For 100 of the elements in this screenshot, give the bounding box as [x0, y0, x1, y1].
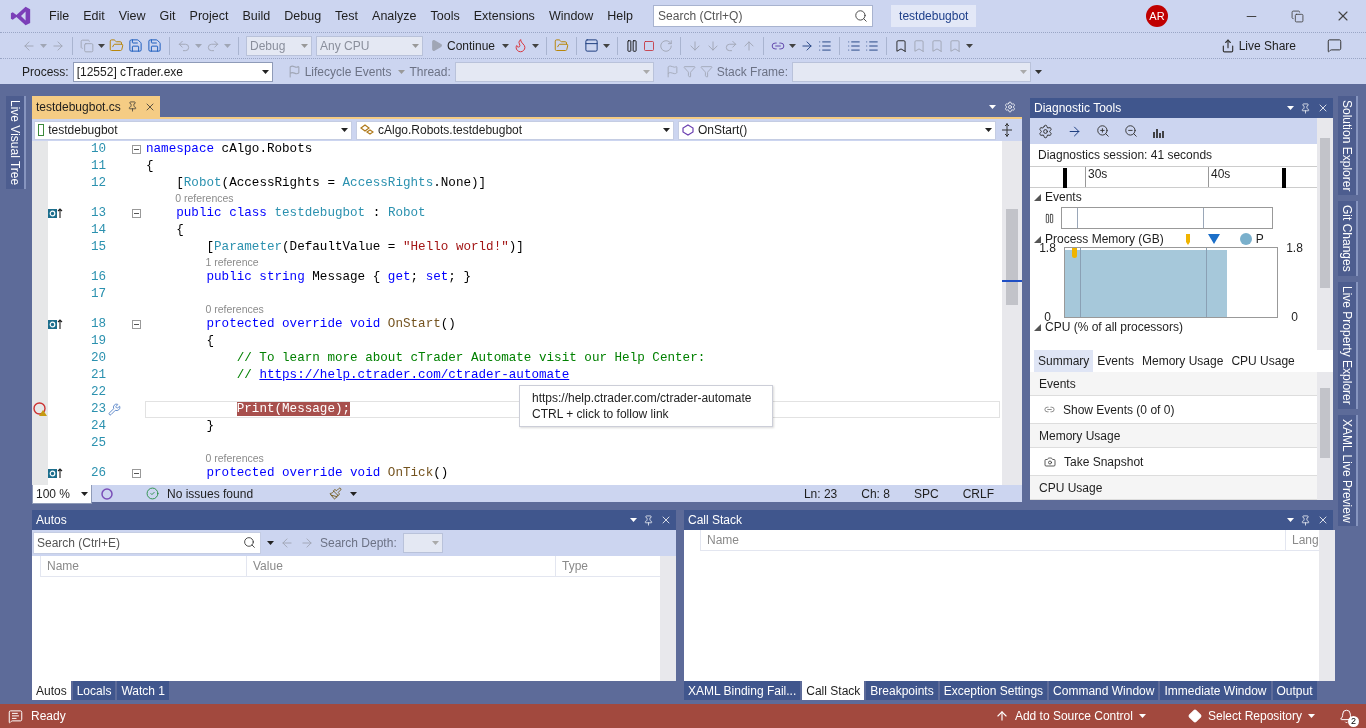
- tab[interactable]: Summary: [1034, 350, 1094, 372]
- menu-item[interactable]: File: [42, 9, 77, 23]
- list-icon[interactable]: [818, 38, 833, 53]
- pin-icon[interactable]: [126, 101, 138, 112]
- continue-button[interactable]: Continue: [427, 34, 499, 57]
- pin-icon[interactable]: [1300, 102, 1311, 114]
- collapse-icon[interactable]: [131, 469, 141, 478]
- save-icon[interactable]: [128, 38, 143, 53]
- pin-icon[interactable]: [1300, 514, 1311, 526]
- repository-button[interactable]: Select Repository: [1181, 708, 1321, 724]
- stop-icon[interactable]: [643, 39, 656, 52]
- menu-item[interactable]: Project: [182, 9, 236, 23]
- export-icon[interactable]: [1067, 123, 1082, 139]
- column-header[interactable]: Name: [700, 530, 1285, 550]
- caret-icon[interactable]: [532, 43, 540, 48]
- caret-icon[interactable]: [502, 43, 510, 48]
- tab[interactable]: Autos: [32, 681, 71, 700]
- scrollbar[interactable]: [660, 556, 676, 681]
- side-tab[interactable]: Git Changes: [1338, 201, 1358, 277]
- side-tab[interactable]: XAML Live Preview: [1338, 414, 1358, 527]
- menu-item[interactable]: Edit: [76, 9, 112, 23]
- menu-item[interactable]: Git: [152, 9, 183, 23]
- project-dropdown[interactable]: testdebugbot: [34, 120, 352, 140]
- column-header[interactable]: Name: [40, 556, 246, 576]
- save-all-icon[interactable]: [147, 38, 162, 53]
- close-icon[interactable]: [1317, 514, 1329, 526]
- split-icon[interactable]: [1000, 123, 1014, 137]
- menu-item[interactable]: View: [111, 9, 153, 23]
- scrollbar[interactable]: [1317, 118, 1333, 350]
- tab[interactable]: Watch 1: [117, 681, 169, 700]
- caret-icon[interactable]: [98, 43, 105, 48]
- search-icon[interactable]: [854, 9, 869, 23]
- side-tab[interactable]: Solution Explorer: [1338, 96, 1358, 196]
- caret-icon[interactable]: [81, 491, 88, 496]
- tab[interactable]: Call Stack: [802, 681, 865, 700]
- zoom-dropdown[interactable]: 100 %: [32, 483, 92, 504]
- reference-count[interactable]: 1 reference: [205, 256, 259, 269]
- collapse-icon[interactable]: [131, 209, 141, 218]
- brush-icon[interactable]: [329, 487, 343, 500]
- caret-icon[interactable]: [663, 128, 670, 132]
- zoom-in-icon[interactable]: [1096, 124, 1110, 138]
- code-editor[interactable]: [32, 141, 1002, 485]
- caret-icon[interactable]: [341, 128, 348, 132]
- override-icon[interactable]: [48, 319, 63, 330]
- expand-icon[interactable]: [1034, 323, 1041, 331]
- user-avatar[interactable]: AR: [1146, 5, 1168, 27]
- tab[interactable]: Exception Settings: [939, 681, 1048, 700]
- tab[interactable]: Events: [1093, 350, 1139, 372]
- pin-icon[interactable]: [643, 514, 654, 526]
- menu-item[interactable]: Window: [541, 9, 601, 23]
- member-dropdown[interactable]: OnStart(): [678, 120, 996, 140]
- caret-icon[interactable]: [261, 69, 269, 74]
- override-icon[interactable]: [48, 208, 63, 219]
- spacing-indicator[interactable]: SPC: [913, 486, 939, 501]
- scrollbar[interactable]: [1318, 530, 1335, 681]
- search-field[interactable]: Search (Ctrl+E): [33, 532, 261, 554]
- caret-icon[interactable]: [1287, 106, 1294, 110]
- collapse-icon[interactable]: [131, 145, 141, 154]
- issues-status[interactable]: No issues found: [167, 486, 254, 501]
- caret-icon[interactable]: [966, 43, 974, 48]
- document-tab[interactable]: testdebugbot.cs: [32, 96, 160, 117]
- pause-icon[interactable]: [1044, 212, 1055, 224]
- tab[interactable]: XAML Binding Fail...: [684, 681, 801, 700]
- bookmark-icon[interactable]: [894, 38, 909, 53]
- expand-icon[interactable]: [1034, 193, 1041, 201]
- caret-icon[interactable]: [350, 491, 358, 496]
- tab[interactable]: CPU Usage: [1227, 350, 1299, 372]
- menu-item[interactable]: Test: [328, 9, 366, 23]
- tab[interactable]: Locals: [72, 681, 116, 700]
- close-icon[interactable]: [1317, 102, 1329, 114]
- menu-item[interactable]: Tools: [423, 9, 467, 23]
- live-share-button[interactable]: Live Share: [1217, 34, 1299, 57]
- zoom-out-icon[interactable]: [1124, 124, 1138, 138]
- tab[interactable]: Output: [1272, 681, 1317, 700]
- tab[interactable]: Memory Usage: [1138, 350, 1228, 372]
- column-header[interactable]: Value: [246, 556, 555, 576]
- restart-icon[interactable]: [659, 38, 674, 53]
- scrollbar[interactable]: [1002, 141, 1022, 485]
- line-ending-indicator[interactable]: CRLF: [962, 486, 994, 501]
- column-header[interactable]: Lang: [1285, 530, 1319, 550]
- caret-icon[interactable]: [789, 43, 797, 48]
- type-dropdown[interactable]: cAlgo.Robots.testdebugbot: [356, 120, 674, 140]
- restore-icon[interactable]: [1290, 9, 1304, 23]
- timeline-ruler[interactable]: 30s 40s: [1030, 166, 1317, 188]
- breakpoint-warning-icon[interactable]: [32, 402, 48, 417]
- reference-count[interactable]: 0 references: [175, 192, 234, 205]
- scrollbar[interactable]: [1317, 372, 1333, 500]
- side-tab[interactable]: Live Visual Tree: [6, 96, 26, 190]
- find-folder-icon[interactable]: [554, 38, 570, 53]
- window-layout-icon[interactable]: [584, 38, 600, 53]
- menu-item[interactable]: Analyze: [365, 9, 424, 23]
- tab[interactable]: Command Window: [1049, 681, 1159, 700]
- menu-item[interactable]: Debug: [277, 9, 329, 23]
- take-snapshot-link[interactable]: Take Snapshot: [1064, 454, 1144, 469]
- side-tab[interactable]: Live Property Explorer: [1338, 282, 1358, 409]
- tab[interactable]: Immediate Window: [1160, 681, 1271, 700]
- screwdriver-icon[interactable]: [108, 403, 121, 416]
- expand-icon[interactable]: [1034, 235, 1041, 243]
- reference-count[interactable]: 0 references: [205, 303, 264, 316]
- caret-icon[interactable]: [603, 43, 611, 48]
